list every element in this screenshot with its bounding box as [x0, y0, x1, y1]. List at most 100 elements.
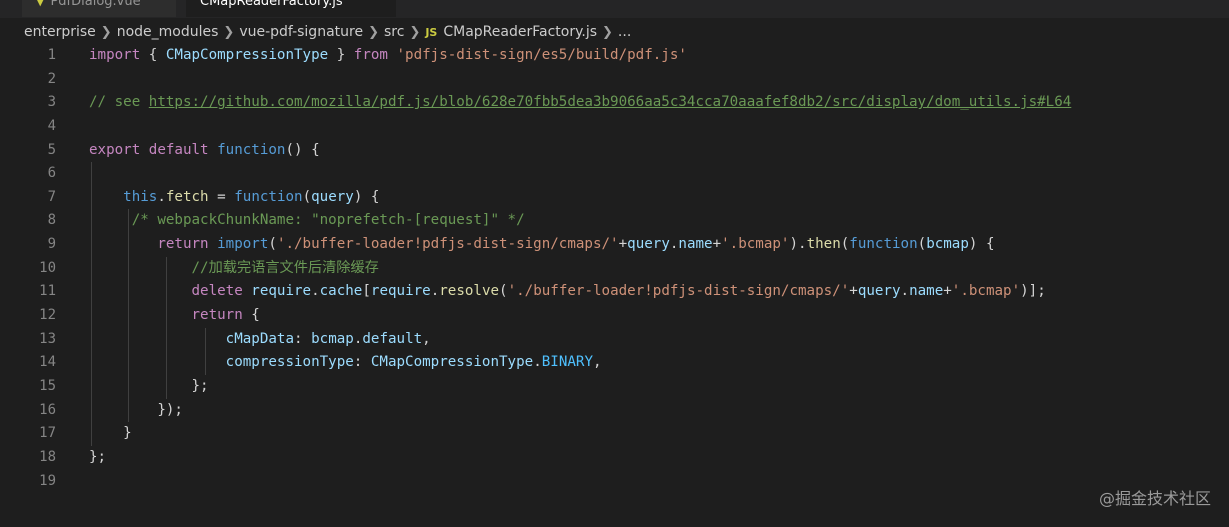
code-token: import — [217, 236, 269, 253]
line-number: 10 — [39, 259, 56, 276]
code-token: /* webpackChunkName: "noprefetch-[reques… — [131, 212, 525, 229]
code-line[interactable]: 9 return import('./buffer-loader!pdfjs-d… — [0, 233, 1229, 257]
code-text: cMapData: bcmap.default, — [89, 328, 431, 352]
code-token: import — [89, 47, 141, 63]
js-icon: JS — [425, 26, 438, 39]
code-token: )]; — [1020, 283, 1046, 300]
code-line[interactable]: 12 return { — [0, 304, 1229, 328]
code-token: ( — [917, 236, 927, 253]
code-token: , — [592, 354, 602, 371]
code-token: () { — [285, 141, 320, 158]
code-line[interactable]: 6 — [0, 162, 1229, 186]
tab-label: CMapReaderFactory.js — [200, 0, 343, 9]
code-line[interactable]: 2 — [0, 68, 1229, 92]
code-token: }; — [89, 448, 107, 465]
chevron-right-icon: ❯ — [368, 25, 379, 40]
code-line[interactable]: 18}; — [0, 446, 1229, 470]
line-number: 2 — [47, 70, 56, 87]
code-token: + — [712, 236, 722, 253]
code-line[interactable]: 19 — [0, 470, 1229, 494]
line-number: 6 — [47, 165, 56, 182]
code-editor-window: ▼ PdfDialog.vue CMapReaderFactory.js ente… — [0, 0, 1229, 527]
code-token: bcmap — [926, 236, 969, 253]
code-text: }; — [89, 446, 106, 470]
breadcrumb-item-src[interactable]: src — [384, 24, 404, 40]
code-token: + — [618, 236, 628, 253]
code-token: require — [251, 283, 312, 300]
code-token: then — [806, 236, 841, 253]
code-token: ) { — [353, 188, 380, 205]
code-token: compressionType — [225, 354, 354, 371]
code-line[interactable]: 3 // see https://github.com/mozilla/pdf.j… — [0, 91, 1229, 115]
code-token: query — [857, 283, 901, 300]
code-token: : — [294, 330, 312, 347]
breadcrumb-item-symbols[interactable]: ... — [618, 24, 631, 40]
code-line[interactable]: 7 this.fetch = function(query) { — [0, 185, 1229, 210]
breadcrumb: enterprise ❯ node_modules ❯ vue-pdf-signatur… — [0, 18, 1229, 46]
breadcrumb-item-enterprise[interactable]: enterprise — [24, 24, 96, 40]
code-token: . — [311, 283, 320, 300]
line-number: 5 — [47, 141, 56, 158]
code-token: . — [430, 283, 440, 300]
chevron-right-icon: ❯ — [223, 25, 235, 40]
code-text: return { — [89, 304, 260, 328]
code-token: //加载完语言文件后清除缓存 — [191, 259, 379, 276]
breadcrumb-item-vue-pdf-signature[interactable]: vue-pdf-signature — [239, 24, 363, 40]
code-line[interactable]: 16 }); — [0, 398, 1229, 423]
code-token: function — [234, 188, 303, 205]
code-text: this.fetch = function(query) { — [89, 186, 379, 210]
breadcrumb-item-node-modules[interactable]: node_modules — [117, 24, 219, 40]
code-text: import { CMapCompressionType } from 'pdf… — [89, 44, 687, 68]
code-token: this — [123, 188, 158, 205]
code-token: ). — [789, 236, 807, 253]
code-text: export default function() { — [89, 139, 320, 163]
code-token: . — [157, 188, 166, 205]
code-line[interactable]: 15 }; — [0, 374, 1229, 399]
line-number: 12 — [39, 307, 56, 324]
code-token: return — [157, 236, 209, 253]
tab-bar: ▼ PdfDialog.vue CMapReaderFactory.js — [0, 0, 1229, 18]
tab-cmapreaderfactory[interactable]: CMapReaderFactory.js — [186, 0, 396, 17]
line-number: 8 — [47, 212, 56, 229]
indent-guide — [91, 162, 92, 186]
code-line[interactable]: 14 compressionType: CMapCompressionType.… — [0, 351, 1229, 375]
code-token: = — [208, 188, 235, 205]
code-token: } — [89, 425, 132, 442]
line-number: 13 — [39, 330, 56, 347]
code-token: fetch — [165, 188, 209, 205]
line-number: 7 — [47, 188, 56, 205]
code-line[interactable]: 5 export default function() { — [0, 139, 1229, 163]
code-line[interactable]: 13 cMapData: bcmap.default, — [0, 327, 1229, 352]
line-number: 11 — [39, 283, 56, 300]
code-token: from — [353, 47, 388, 63]
code-text: //加载完语言文件后清除缓存 — [89, 257, 379, 281]
code-token: + — [849, 283, 858, 300]
code-token: ) { — [968, 236, 995, 253]
breadcrumb-item-file[interactable]: CMapReaderFactory.js — [443, 24, 597, 40]
line-number: 17 — [39, 425, 56, 442]
code-line[interactable]: 8 /* webpackChunkName: "noprefetch-[requ… — [0, 209, 1229, 234]
editor-text-area[interactable]: 1 import { CMapCompressionType } from 'pd… — [0, 44, 1229, 527]
code-line[interactable]: 4 — [0, 115, 1229, 139]
code-token: }; — [89, 377, 209, 394]
code-token: return — [191, 307, 243, 324]
code-token: { — [242, 307, 260, 324]
code-link[interactable]: https://github.com/mozilla/pdf.js/blob/6… — [149, 94, 1072, 110]
code-token: './buffer-loader!pdfjs-dist-sign/cmaps/' — [276, 236, 619, 253]
code-token: function — [849, 236, 918, 253]
code-line[interactable]: 10 //加载完语言文件后清除缓存 — [0, 256, 1229, 281]
code-token: CMapCompressionType — [370, 354, 534, 371]
code-line[interactable]: 17 } — [0, 422, 1229, 446]
code-line[interactable]: 1 import { CMapCompressionType } from 'pd… — [0, 44, 1229, 68]
tab-pdfdialog[interactable]: ▼ PdfDialog.vue — [22, 0, 176, 17]
code-token: '.bcmap' — [721, 236, 790, 253]
code-token: CMapCompressionType — [165, 47, 329, 63]
code-token: : — [353, 354, 371, 371]
code-line[interactable]: 11 delete require.cache[require.resolve(… — [0, 280, 1229, 305]
tab-label: PdfDialog.vue — [50, 0, 141, 9]
